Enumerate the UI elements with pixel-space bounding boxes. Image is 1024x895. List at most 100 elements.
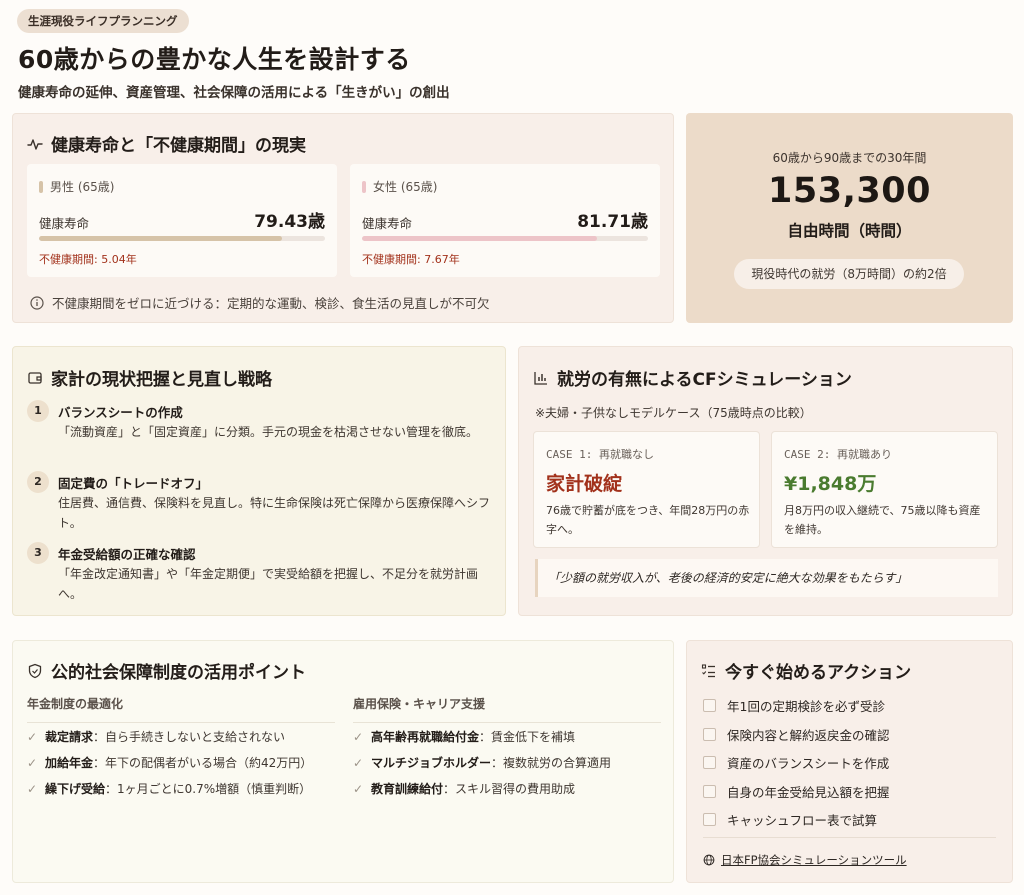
case-2-result: ¥1,848万 xyxy=(784,473,877,495)
female-progress-track xyxy=(362,236,648,241)
health-note: 不健康期間をゼロに近づける：定期的な運動、検診、食生活の見直しが不可欠 xyxy=(29,293,490,312)
globe-icon xyxy=(703,854,715,866)
checkbox[interactable] xyxy=(703,699,716,712)
case-1-box: CASE 1: 再就職なし 家計破綻 76歳で貯蓄が底をつき、年間28万円の赤字… xyxy=(533,431,760,548)
pension-item-term: 裁定請求 xyxy=(45,730,94,744)
check-icon: ✓ xyxy=(27,729,38,744)
female-color-marker xyxy=(362,180,366,193)
budget-card-title: 家計の現状把握と見直し戦略 xyxy=(51,370,272,390)
budget-card-header: 家計の現状把握と見直し戦略 xyxy=(27,365,272,390)
pension-item-text: ：自ら手続きしないと支給されない xyxy=(93,730,286,744)
action-item-balance-sheet[interactable]: 資産のバランスシートを作成 xyxy=(703,753,889,772)
page-title: 60歳からの豊かな人生を設計する xyxy=(18,45,411,74)
step-title: 年金受給額の正確な確認 xyxy=(58,547,196,562)
step-number: 3 xyxy=(27,542,49,564)
shield-icon xyxy=(27,663,43,679)
employment-item-term: 高年齢再就職給付金 xyxy=(371,730,480,744)
checkbox[interactable] xyxy=(703,728,716,741)
action-card: 今すぐ始めるアクション 年1回の定期検診を必ず受診 保険内容と解約返戻金の確認 … xyxy=(686,640,1013,883)
step-description: 「年金改定通知書」や「年金定期便」で実受給額を把握し、不足分を就労計画へ。 xyxy=(58,567,479,601)
action-card-header: 今すぐ始めるアクション xyxy=(701,658,911,683)
action-item-label: 年1回の定期検診を必ず受診 xyxy=(727,699,885,714)
employment-item-text: ：スキル習得の費用助成 xyxy=(443,782,576,796)
health-card-header: 健康寿命と「不健康期間」の現実 xyxy=(27,131,306,156)
category-badge: 生涯現役ライフプランニング xyxy=(17,9,189,33)
male-life-value: 79.43歳 xyxy=(254,212,325,232)
pension-item-text: ：1ヶ月ごとに0.7%増額（慎重判断） xyxy=(105,782,312,796)
pension-column-header: 年金制度の最適化 xyxy=(27,695,335,723)
employment-item-text: ：賃金低下を補填 xyxy=(479,730,576,744)
free-time-comparison-pill: 現役時代の就労（8万時間）の約2倍 xyxy=(734,259,964,289)
female-life-label: 健康寿命 xyxy=(362,216,413,231)
cf-subtitle: ※夫婦・子供なしモデルケース（75歳時点の比較） xyxy=(535,406,812,420)
cf-card-title: 就労の有無によるCFシミュレーション xyxy=(557,370,852,390)
step-description: 「流動資産」と「固定資産」に分類。手元の現金を枯渇させない管理を徹底。 xyxy=(58,425,479,439)
male-unhealthy-period: 不健康期間: 5.04年 xyxy=(39,253,137,266)
female-header: 女性 (65歳) xyxy=(373,180,438,194)
male-header: 男性 (65歳) xyxy=(50,180,115,194)
social-security-card: 公的社会保障制度の活用ポイント 年金制度の最適化 雇用保険・キャリア支援 ✓ 裁… xyxy=(12,640,674,883)
step-description: 住居費、通信費、保険料を見直し。特に生命保険は死亡保障から医療保障へシフト。 xyxy=(58,496,491,530)
pension-item-text: ：年下の配偶者がいる場合（約42万円） xyxy=(93,756,313,770)
male-stat-box: 男性 (65歳) 健康寿命 79.43歳 不健康期間: 5.04年 xyxy=(27,164,337,277)
female-progress-fill xyxy=(362,236,597,241)
checkbox[interactable] xyxy=(703,813,716,826)
female-life-value: 81.71歳 xyxy=(577,212,648,232)
fp-simulation-link-text: 日本FP協会シミュレーションツール xyxy=(721,853,907,867)
action-item-label: 資産のバランスシートを作成 xyxy=(727,756,890,771)
social-card-header: 公的社会保障制度の活用ポイント xyxy=(27,658,306,683)
fp-simulation-link[interactable]: 日本FP協会シミュレーションツール xyxy=(703,852,907,868)
action-item-label: 自身の年金受給見込額を把握 xyxy=(727,785,890,800)
case-1-result: 家計破綻 xyxy=(546,473,623,495)
step-number: 1 xyxy=(27,400,49,422)
free-time-caption: 60歳から90歳までの30年間 xyxy=(772,151,927,165)
check-icon: ✓ xyxy=(353,729,364,744)
free-time-card: 60歳から90歳までの30年間 153,300 自由時間（時間） 現役時代の就労… xyxy=(686,113,1013,323)
health-note-text: 不健康期間をゼロに近づける：定期的な運動、検診、食生活の見直しが不可欠 xyxy=(52,296,490,311)
checklist-icon xyxy=(701,663,717,679)
checkbox[interactable] xyxy=(703,756,716,769)
divider xyxy=(703,837,996,838)
action-item-label: 保険内容と解約返戻金の確認 xyxy=(727,728,890,743)
male-progress-fill xyxy=(39,236,283,241)
checkbox[interactable] xyxy=(703,785,716,798)
male-color-marker xyxy=(39,180,43,193)
budget-card: 家計の現状把握と見直し戦略 1 バランスシートの作成 「流動資産」と「固定資産」… xyxy=(12,346,506,616)
action-item-insurance[interactable]: 保険内容と解約返戻金の確認 xyxy=(703,725,890,744)
step-title: バランスシートの作成 xyxy=(58,405,183,420)
check-icon: ✓ xyxy=(353,755,364,770)
case-2-box: CASE 2: 再就職あり ¥1,848万 月8万円の収入継続で、75歳以降も資… xyxy=(771,431,998,548)
health-card-title: 健康寿命と「不健康期間」の現実 xyxy=(51,136,306,156)
bar-chart-icon xyxy=(533,370,549,386)
health-card: 健康寿命と「不健康期間」の現実 男性 (65歳) 健康寿命 79.43歳 不健康… xyxy=(12,113,674,323)
action-item-pension[interactable]: 自身の年金受給見込額を把握 xyxy=(703,782,890,801)
employment-item-term: 教育訓練給付 xyxy=(371,782,444,796)
case-1-label: CASE 1: 再就職なし xyxy=(546,448,654,461)
pension-item: ✓ 加給年金：年下の配偶者がいる場合（約42万円） xyxy=(27,754,312,771)
pension-item-term: 加給年金 xyxy=(45,756,94,770)
info-icon xyxy=(29,295,45,311)
employment-item: ✓ 高年齢再就職給付金：賃金低下を補填 xyxy=(353,728,575,745)
pension-item: ✓ 裁定請求：自ら手続きしないと支給されない xyxy=(27,728,285,745)
check-icon: ✓ xyxy=(27,755,38,770)
check-icon: ✓ xyxy=(353,781,364,796)
free-time-unit: 自由時間（時間） xyxy=(787,222,912,240)
action-item-label: キャッシュフロー表で試算 xyxy=(727,813,878,828)
employment-column-header: 雇用保険・キャリア支援 xyxy=(353,695,661,723)
male-life-label: 健康寿命 xyxy=(39,216,90,231)
step-title: 固定費の「トレードオフ」 xyxy=(58,476,209,491)
social-card-title: 公的社会保障制度の活用ポイント xyxy=(51,663,306,683)
pension-item-term: 繰下げ受給 xyxy=(45,782,106,796)
employment-item-term: マルチジョブホルダー xyxy=(371,756,492,770)
action-item-checkup[interactable]: 年1回の定期検診を必ず受診 xyxy=(703,696,885,715)
page-subtitle: 健康寿命の延伸、資産管理、社会保障の活用による「生きがい」の創出 xyxy=(18,85,450,101)
employment-item: ✓ マルチジョブホルダー：複数就労の合算適用 xyxy=(353,754,611,771)
case-1-description: 76歳で貯蓄が底をつき、年間28万円の赤字へ。 xyxy=(546,504,750,536)
cf-quote: 「少額の就労収入が、老後の経済的安定に絶大な効果をもたらす」 xyxy=(535,559,998,597)
employment-item-text: ：複数就労の合算適用 xyxy=(491,756,612,770)
check-icon: ✓ xyxy=(27,781,38,796)
employment-item: ✓ 教育訓練給付：スキル習得の費用助成 xyxy=(353,780,575,797)
pulse-icon xyxy=(27,136,43,152)
male-progress-track xyxy=(39,236,325,241)
action-item-cashflow[interactable]: キャッシュフロー表で試算 xyxy=(703,810,877,829)
